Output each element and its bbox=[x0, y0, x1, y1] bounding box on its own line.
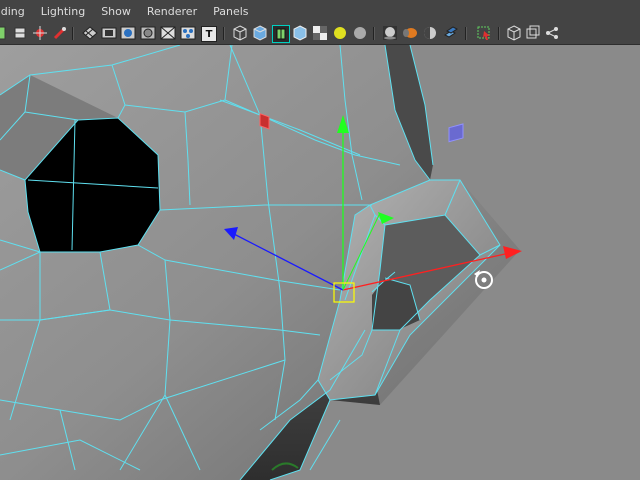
motion-blur-icon[interactable] bbox=[422, 25, 438, 41]
xray-joints-icon[interactable] bbox=[506, 25, 522, 41]
isolate-select-icon[interactable] bbox=[442, 25, 458, 41]
gate-mask-icon[interactable] bbox=[140, 25, 156, 41]
smooth-shade-icon[interactable] bbox=[252, 25, 268, 41]
high-quality-icon[interactable] bbox=[382, 25, 398, 41]
wireframe-on-shaded-icon[interactable] bbox=[272, 25, 290, 43]
toolbar-divider bbox=[223, 27, 225, 40]
share-icon[interactable] bbox=[544, 25, 560, 41]
default-light-icon[interactable] bbox=[332, 25, 348, 41]
film-gate-icon[interactable] bbox=[101, 25, 117, 41]
panel-menu-bar: ading Lighting Show Renderer Panels bbox=[0, 0, 640, 24]
light-icon[interactable] bbox=[12, 25, 28, 41]
wireframe-icon[interactable] bbox=[232, 25, 248, 41]
shadows-icon[interactable] bbox=[352, 25, 368, 41]
toolbar-divider bbox=[465, 27, 467, 40]
menu-panels[interactable]: Panels bbox=[205, 0, 256, 24]
resolution-gate-icon[interactable] bbox=[120, 25, 136, 41]
pivot-handle-blue[interactable] bbox=[448, 123, 464, 143]
bookmark-icon[interactable] bbox=[32, 25, 48, 41]
toolbar-divider bbox=[498, 27, 500, 40]
menu-shading[interactable]: ading bbox=[0, 0, 33, 24]
field-chart-icon[interactable] bbox=[160, 25, 176, 41]
xray-components-icon[interactable] bbox=[525, 25, 541, 41]
pivot-handle-red[interactable] bbox=[259, 112, 270, 130]
menu-renderer[interactable]: Renderer bbox=[139, 0, 205, 24]
grid-icon[interactable] bbox=[82, 25, 98, 41]
text-icon[interactable]: T bbox=[201, 26, 217, 42]
use-lights-icon[interactable] bbox=[312, 25, 328, 41]
3d-viewport[interactable] bbox=[0, 45, 640, 480]
viewport-scene[interactable] bbox=[0, 45, 640, 480]
ambient-occlusion-icon[interactable] bbox=[402, 25, 418, 41]
textured-icon[interactable] bbox=[292, 25, 308, 41]
camera-attrs-icon[interactable] bbox=[52, 25, 68, 41]
safe-action-icon[interactable] bbox=[180, 25, 196, 41]
select-camera-icon[interactable] bbox=[0, 25, 10, 41]
menu-lighting[interactable]: Lighting bbox=[33, 0, 93, 24]
xray-icon[interactable] bbox=[476, 25, 492, 41]
panel-toolbar: T bbox=[0, 24, 640, 45]
toolbar-divider bbox=[373, 27, 375, 40]
toolbar-divider bbox=[72, 27, 74, 40]
menu-show[interactable]: Show bbox=[93, 0, 139, 24]
